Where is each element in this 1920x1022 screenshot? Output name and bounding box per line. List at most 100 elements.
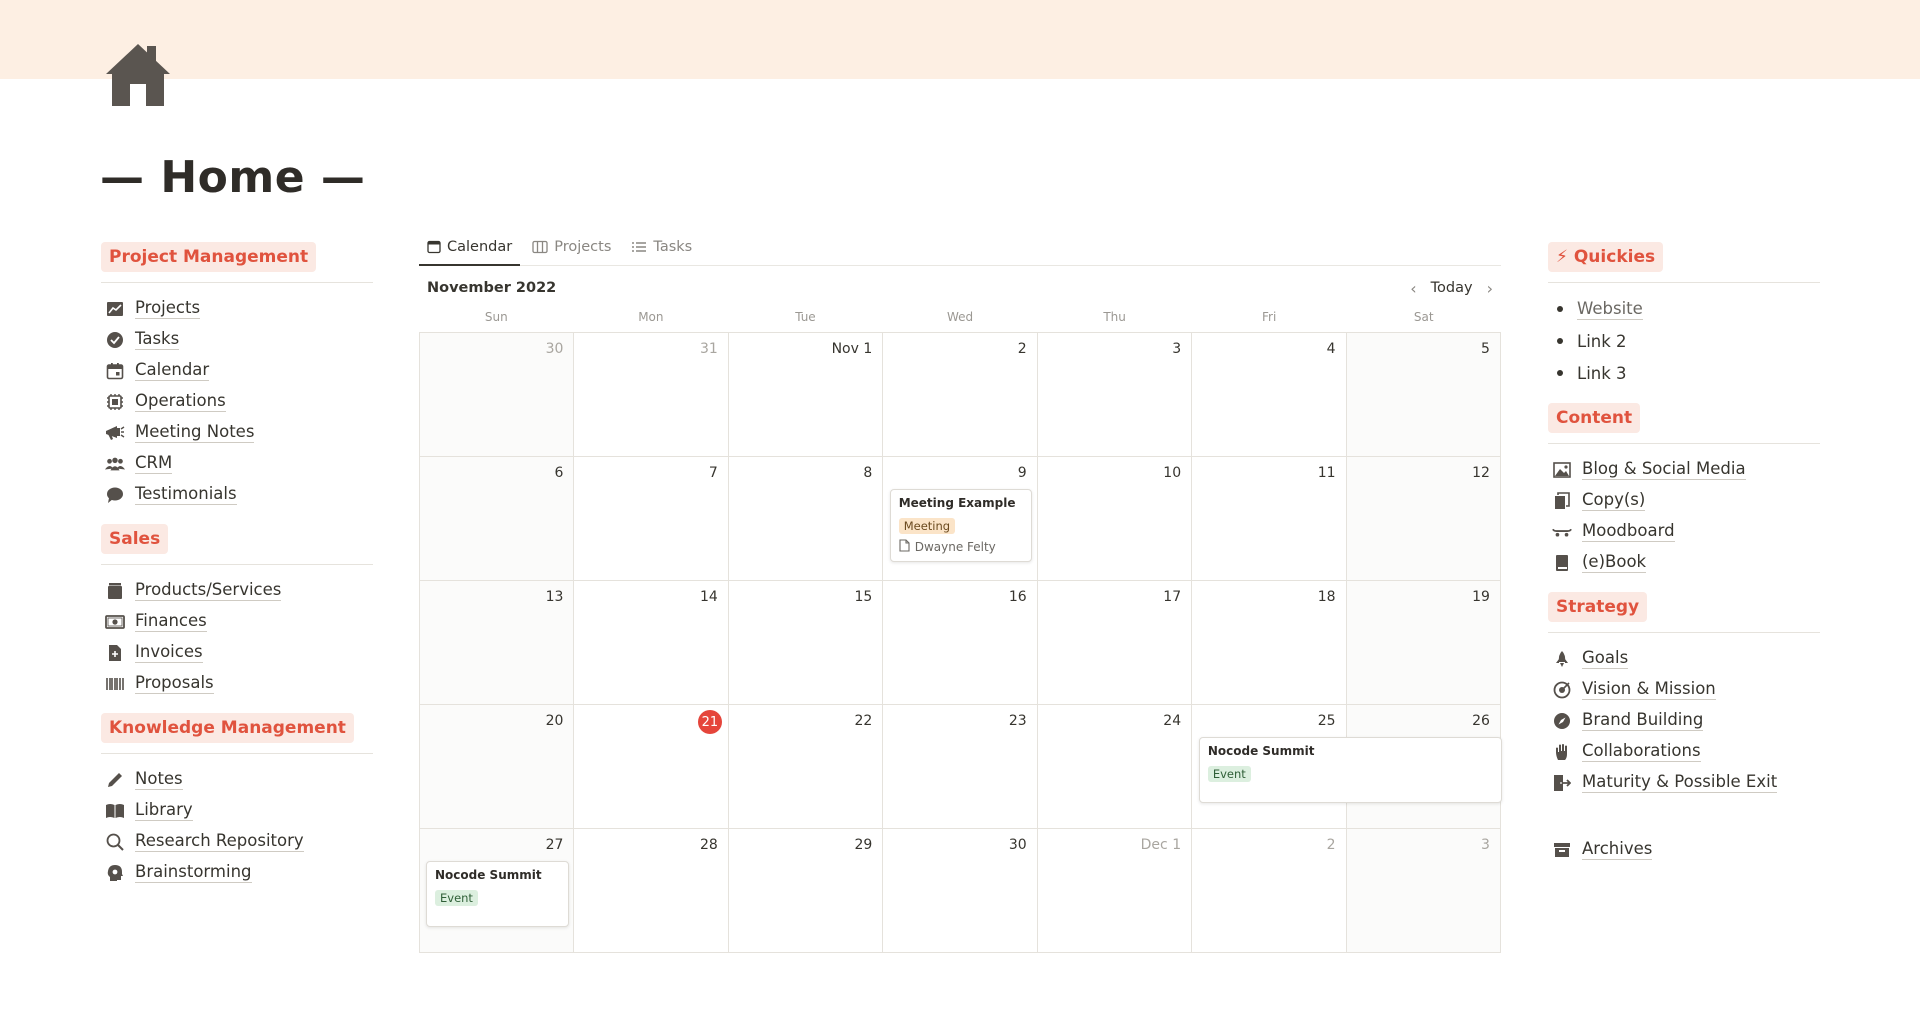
calendar-day[interactable]: 14 xyxy=(574,581,729,705)
calendar-day[interactable]: 16 xyxy=(883,581,1038,705)
nav-item-products-services[interactable]: Products/Services xyxy=(101,575,373,606)
nav-item-label: Copy(s) xyxy=(1582,490,1646,511)
day-number: 27 xyxy=(545,837,564,853)
tab-tasks[interactable]: Tasks xyxy=(623,228,700,265)
calendar-day[interactable]: 12 xyxy=(1346,457,1501,581)
section-heading[interactable]: Sales xyxy=(101,524,169,554)
nav-item-tasks[interactable]: Tasks xyxy=(101,324,373,355)
calendar-day[interactable]: 13 xyxy=(420,581,575,705)
calendar-day[interactable]: 19 xyxy=(1346,581,1501,705)
nav-item-label: Archives xyxy=(1582,839,1653,860)
calendar-day[interactable]: 11 xyxy=(1192,457,1347,581)
pencil-icon xyxy=(105,770,125,790)
calendar-day[interactable]: 3 xyxy=(1037,333,1193,457)
nav-item-label: Moodboard xyxy=(1582,521,1675,542)
chevron-left-icon[interactable]: ‹ xyxy=(1410,279,1416,298)
right-navigation: ⚡ Quickies Website Link 2 Link 3 Content Blog… xyxy=(1548,242,1820,865)
nav-item-goals[interactable]: Goals xyxy=(1548,643,1820,674)
weekday-mon: Mon xyxy=(638,310,664,324)
section-heading[interactable]: Project Management xyxy=(101,242,317,272)
event-tag: Event xyxy=(1207,766,1251,782)
calendar-day[interactable]: 20 xyxy=(420,705,575,829)
calendar-day[interactable]: 2 xyxy=(1192,829,1347,953)
nav-item-proposals[interactable]: Proposals xyxy=(101,668,373,699)
calendar-day[interactable]: 3 xyxy=(1346,829,1501,953)
calendar-day[interactable]: 17 xyxy=(1037,581,1193,705)
section-heading[interactable]: Content xyxy=(1548,403,1641,433)
calendar-day[interactable]: 2 xyxy=(883,333,1038,457)
section-knowledge-management: Knowledge Management Notes Library Research… xyxy=(101,713,373,888)
calendar-day[interactable]: 18 xyxy=(1192,581,1347,705)
day-number: 24 xyxy=(1163,713,1182,729)
tab-calendar[interactable]: Calendar xyxy=(419,228,521,266)
section-heading[interactable]: Knowledge Management xyxy=(101,713,354,743)
calendar-day[interactable]: 15 xyxy=(728,581,884,705)
day-number: 30 xyxy=(545,341,564,357)
nav-item-collaborations[interactable]: Collaborations xyxy=(1548,736,1820,767)
calendar-day[interactable]: 22 xyxy=(728,705,884,829)
chevron-right-icon[interactable]: › xyxy=(1487,279,1493,298)
calendar-day[interactable]: 30 xyxy=(883,829,1038,953)
divider xyxy=(1548,282,1820,283)
calendar-day[interactable]: 10 xyxy=(1037,457,1193,581)
nav-item-maturity-possible-exit[interactable]: Maturity & Possible Exit xyxy=(1548,767,1820,798)
nav-item-testimonials[interactable]: Testimonials xyxy=(101,479,373,510)
quick-link-link-2[interactable]: Link 2 xyxy=(1548,325,1820,357)
section-heading[interactable]: Strategy xyxy=(1548,592,1648,622)
nav-item-invoices[interactable]: Invoices xyxy=(101,637,373,668)
tab-projects[interactable]: Projects xyxy=(524,228,619,265)
calendar-day[interactable]: 21 xyxy=(574,705,729,829)
target-icon xyxy=(1552,680,1572,700)
section-heading[interactable]: ⚡ Quickies xyxy=(1548,242,1664,272)
calendar-day[interactable]: 4 xyxy=(1192,333,1347,457)
nav-item-crm[interactable]: CRM xyxy=(101,448,373,479)
nav-item-vision-mission[interactable]: Vision & Mission xyxy=(1548,674,1820,705)
nav-item-projects[interactable]: Projects xyxy=(101,293,373,324)
event-card[interactable]: Meeting Example Meeting Dwayne Felty xyxy=(889,489,1033,562)
nav-item-brand-building[interactable]: Brand Building xyxy=(1548,705,1820,736)
nav-item-brainstorming[interactable]: Brainstorming xyxy=(101,857,373,888)
calendar-day[interactable]: Dec 1 xyxy=(1037,829,1193,953)
calendar-day[interactable]: 30 xyxy=(420,333,575,457)
calendar-day[interactable]: 23 xyxy=(883,705,1038,829)
calendar-day[interactable]: 5 xyxy=(1346,333,1501,457)
nav-item-archives[interactable]: Archives xyxy=(1548,834,1820,865)
day-number: 14 xyxy=(700,589,718,605)
today-button[interactable]: Today xyxy=(1431,280,1473,296)
day-number: 13 xyxy=(545,589,564,605)
quick-link-website[interactable]: Website xyxy=(1548,293,1820,325)
nav-item-moodboard[interactable]: Moodboard xyxy=(1548,516,1820,547)
calendar-grid: 30 31 Nov 1 2 3 4 5 6 7 8 9 10 11 12 Meeting Example Me… xyxy=(419,332,1502,953)
chip-icon xyxy=(105,392,125,412)
house-icon[interactable] xyxy=(104,42,172,108)
nav-item-calendar[interactable]: Calendar xyxy=(101,355,373,386)
document-plus-icon xyxy=(105,643,125,663)
nav-item-label: Goals xyxy=(1582,648,1629,669)
event-card[interactable]: Nocode Summit Event xyxy=(426,861,569,927)
weekday-sat: Sat xyxy=(1413,310,1434,324)
calendar-day[interactable]: 7 xyxy=(574,457,729,581)
nav-item-operations[interactable]: Operations xyxy=(101,386,373,417)
event-card[interactable]: Nocode Summit Event xyxy=(1198,737,1502,803)
nav-item-finances[interactable]: Finances xyxy=(101,606,373,637)
nav-item-meeting-notes[interactable]: Meeting Notes xyxy=(101,417,373,448)
nav-item-label: Brand Building xyxy=(1582,710,1704,731)
nav-item-blog-social-media[interactable]: Blog & Social Media xyxy=(1548,454,1820,485)
calendar-day[interactable]: 28 xyxy=(574,829,729,953)
nav-item-notes[interactable]: Notes xyxy=(101,764,373,795)
nav-item-copy-s[interactable]: Copy(s) xyxy=(1548,485,1820,516)
calendar-day[interactable]: Nov 1 xyxy=(728,333,884,457)
nav-item-library[interactable]: Library xyxy=(101,795,373,826)
day-number: 8 xyxy=(863,465,873,481)
calendar-day[interactable]: 29 xyxy=(728,829,884,953)
nav-item-e-book[interactable]: (e)Book xyxy=(1548,547,1820,578)
calendar-day[interactable]: 8 xyxy=(728,457,884,581)
nav-item-label: Maturity & Possible Exit xyxy=(1582,772,1778,793)
event-person: Dwayne Felty xyxy=(899,539,1024,555)
calendar-day[interactable]: 6 xyxy=(420,457,575,581)
calendar-day[interactable]: 24 xyxy=(1037,705,1193,829)
calendar-day[interactable]: 31 xyxy=(574,333,729,457)
quick-link-link-3[interactable]: Link 3 xyxy=(1548,357,1820,389)
nav-item-research-repository[interactable]: Research Repository xyxy=(101,826,373,857)
view-tabs: Calendar Projects Tasks xyxy=(419,228,1501,266)
